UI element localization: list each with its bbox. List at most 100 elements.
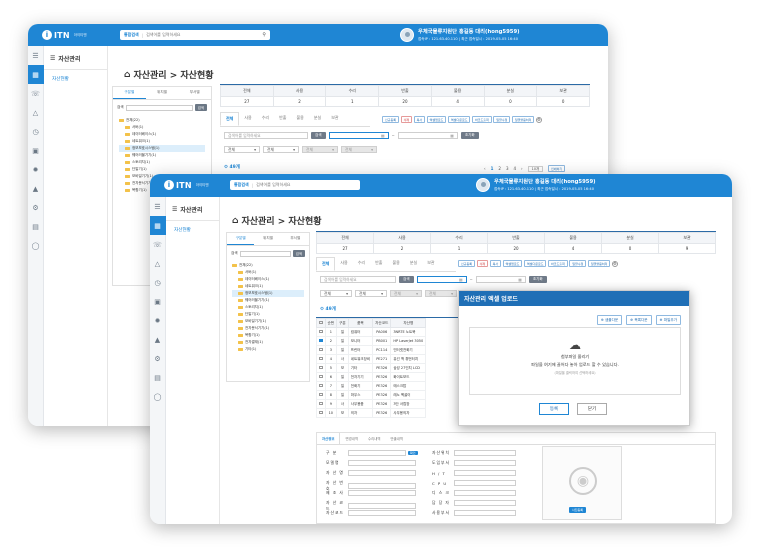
tree-node[interactable]: 복합기(1) [232, 332, 304, 339]
excel-upload-button[interactable]: 엑셀업로드 [426, 116, 447, 123]
stat-value[interactable]: 4 [544, 243, 602, 254]
table-row[interactable]: 5 보 기타 PE326 삼성 27인치 LCD [316, 363, 427, 373]
tree-node[interactable]: 데이터베이스(1) [119, 131, 205, 138]
table-row[interactable]: 9 사 사무용품 PE326 3단 서랍장 [316, 399, 427, 409]
calendar-icon[interactable]: ▦ [459, 277, 463, 282]
delete-button[interactable]: 삭제 [400, 116, 413, 123]
row-check-cell[interactable] [316, 381, 326, 391]
tree-node[interactable]: 모바일기기(1) [232, 318, 304, 325]
row-check-cell[interactable] [316, 408, 326, 418]
end-date-input[interactable]: ▦ [397, 132, 458, 139]
stat-value[interactable]: 4 [430, 96, 485, 107]
bulk-edit-button[interactable]: 일괄수정 [493, 116, 511, 123]
stat-value[interactable]: 20 [378, 96, 432, 107]
tab-out[interactable]: 반출 [370, 257, 387, 271]
table-row[interactable]: 8 일 마우스 PE326 레노 벡골이 [316, 390, 427, 400]
checkbox[interactable] [319, 383, 323, 388]
calendar-icon[interactable]: ▦ [518, 277, 522, 282]
table-row[interactable]: 7 일 전화기 PE326 에스크탑 [316, 381, 427, 391]
page-number[interactable]: 4 [514, 166, 517, 171]
filter-select[interactable]: 전체 ▾ [320, 290, 352, 297]
tree-tab-department[interactable]: 부서별 [282, 233, 309, 245]
column-header[interactable]: 자산명 [390, 318, 427, 328]
close-button[interactable]: 닫기 [577, 403, 607, 415]
home-icon[interactable]: ⌂ [232, 216, 238, 226]
detail-tab-out[interactable]: 반출내역 [385, 433, 407, 444]
tree-tab-department[interactable]: 부서별 [178, 87, 211, 99]
table-row[interactable]: 6 일 전자기기 PE326 화이트보드 [316, 372, 427, 382]
row-check-cell[interactable] [316, 399, 326, 409]
field-input[interactable] [348, 483, 416, 489]
table-row[interactable]: 1 일 컴퓨터 PA006 3NRTE 노트북 [316, 327, 427, 337]
page-number[interactable]: 3 [506, 166, 509, 171]
search-input[interactable]: 검색어를 입력하세요 [320, 276, 396, 283]
tree-node[interactable]: 단말기(1) [119, 166, 205, 173]
next-page-icon[interactable]: › [521, 166, 523, 171]
global-search-input[interactable]: 통합검색 | 검색어를 입력하세요 [230, 180, 360, 190]
photo-upload-button[interactable]: 사진등록 [569, 507, 587, 513]
tree-tab-location[interactable]: 위치별 [146, 87, 179, 99]
stat-value[interactable]: 0 [536, 96, 590, 107]
row-check-cell[interactable] [316, 390, 326, 400]
tree-node-selected[interactable]: 정보보호시스템(1) [232, 290, 304, 297]
page-number[interactable]: 1 [491, 166, 494, 171]
field-input[interactable] [454, 480, 516, 486]
logo[interactable]: i ITN 아이티엔 [42, 30, 87, 40]
column-header[interactable]: 순번 [324, 318, 338, 328]
row-check-cell[interactable] [316, 354, 326, 364]
tree-search-input[interactable] [125, 104, 193, 111]
global-search-input[interactable]: 통합검색 | 검색어를 입력하세요 ⚲ [120, 30, 270, 40]
detail-tab-repairs[interactable]: 수리내역 [363, 433, 385, 444]
field-input[interactable] [348, 503, 416, 509]
search-button[interactable]: 검색 [311, 132, 326, 139]
tree-search-button[interactable]: 검색 [292, 250, 305, 257]
tree-node-selected[interactable]: 정보보호시스템(1) [119, 145, 205, 152]
tree-node[interactable]: 단말기(1) [232, 311, 304, 318]
filter-select[interactable]: 전체 ▾ [263, 146, 299, 153]
tree-tab-location[interactable]: 위치별 [254, 233, 281, 245]
bulk-disuse-button[interactable]: 일괄불용처리 [587, 260, 611, 267]
checkbox[interactable] [319, 365, 323, 370]
tree-node[interactable]: 웨어러블기기(1) [232, 297, 304, 304]
config-icon[interactable]: ⚙ [150, 349, 166, 368]
list-download-button[interactable]: ⊕ 목록다운 [626, 315, 652, 325]
print-button[interactable]: 인쇄하기 [548, 165, 566, 172]
field-input[interactable] [454, 470, 516, 476]
barcode-print-button[interactable]: 바코드출력 [471, 116, 492, 123]
education-icon[interactable]: ▲ [28, 179, 44, 198]
page-size-select[interactable]: 10개 [527, 165, 544, 172]
avatar[interactable] [400, 28, 414, 42]
bulk-edit-button[interactable]: 일괄수정 [569, 260, 587, 267]
tab-in-use[interactable]: 사용 [239, 112, 256, 126]
table-row[interactable]: 10 보 의자 PE326 사무용의자 [316, 408, 427, 418]
detail-tab-changes[interactable]: 변경내역 [340, 433, 362, 444]
stat-value[interactable]: 2 [272, 96, 327, 107]
field-input[interactable] [454, 510, 516, 516]
config-icon[interactable]: ⚙ [28, 198, 44, 217]
field-input[interactable] [348, 490, 416, 496]
tree-node[interactable]: 네트워크(1) [119, 138, 205, 145]
gear-icon[interactable]: ⚙ [611, 260, 618, 267]
tree-node[interactable]: 서버(1) [119, 124, 205, 131]
home-icon[interactable]: ⌂ [124, 70, 130, 80]
stat-value[interactable]: 20 [487, 243, 545, 254]
tab-repair[interactable]: 수리 [353, 257, 370, 271]
row-check-cell[interactable] [316, 345, 326, 355]
monitor-icon[interactable]: ▣ [150, 292, 166, 311]
add-file-button[interactable]: ⊕ 파일추가 [655, 315, 681, 325]
column-header[interactable]: 품목 [347, 318, 374, 328]
support-icon[interactable]: ☏ [150, 235, 166, 254]
page-number[interactable]: 2 [498, 166, 501, 171]
clock-icon[interactable]: ◷ [150, 273, 166, 292]
avatar[interactable] [476, 178, 490, 192]
checkbox[interactable] [319, 374, 323, 379]
select-all-header[interactable] [316, 318, 326, 328]
subnav-item-asset-status[interactable]: 자산현황 [44, 70, 107, 88]
stat-value[interactable]: 0 [483, 96, 538, 107]
stat-value[interactable]: 27 [316, 243, 374, 254]
tree-node[interactable]: 서버(1) [232, 269, 304, 276]
checkbox[interactable] [319, 356, 323, 361]
filter-select[interactable]: 전체 ▾ [224, 146, 260, 153]
barcode-print-button[interactable]: 바코드출력 [547, 260, 568, 267]
excel-download-button[interactable]: 엑셀다운로드 [447, 116, 471, 123]
